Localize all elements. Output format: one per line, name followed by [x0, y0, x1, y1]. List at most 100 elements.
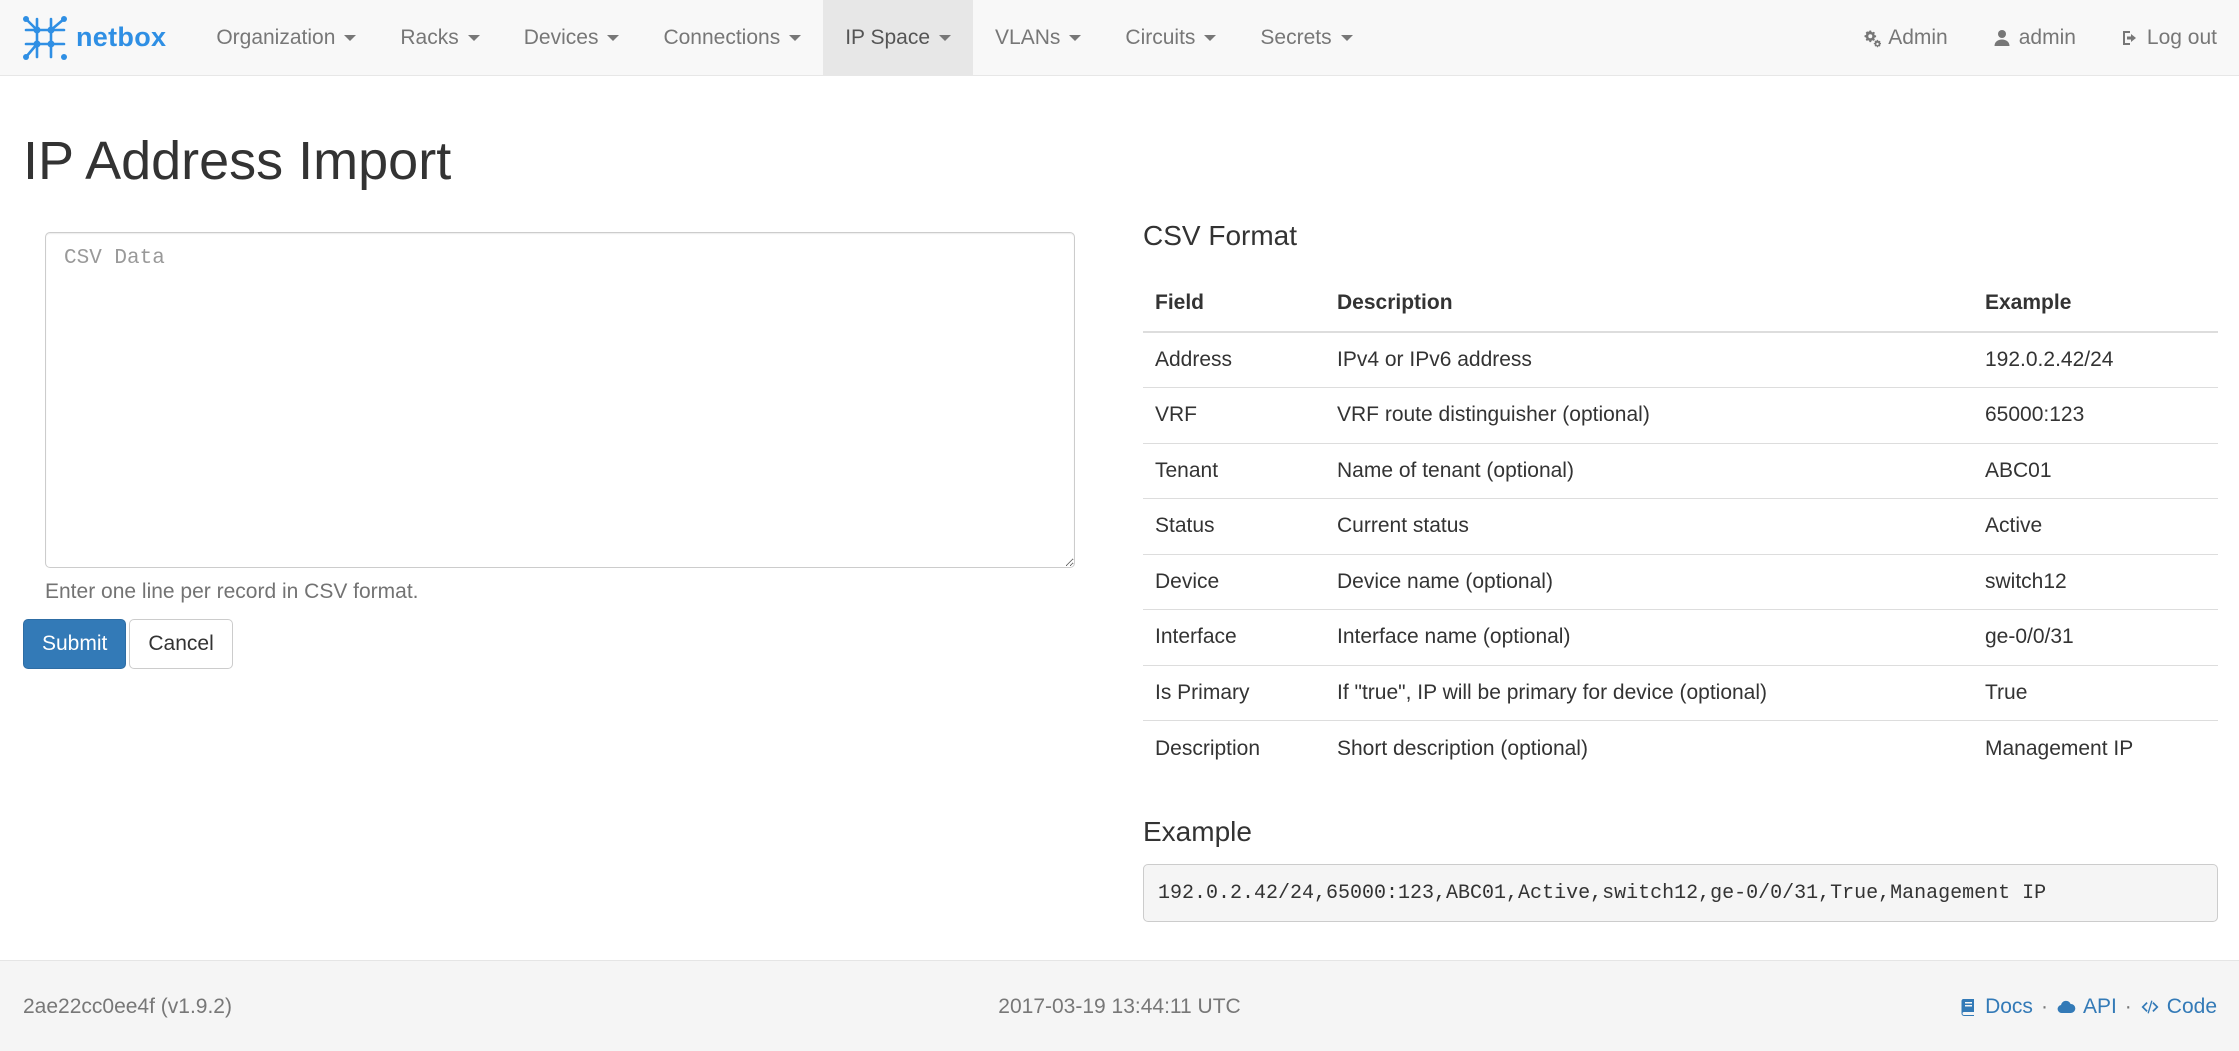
- book-icon: [1961, 999, 1975, 1016]
- table-row: Tenant Name of tenant (optional) ABC01: [1143, 442, 2218, 499]
- gears-icon: [1864, 30, 1882, 47]
- nav-ip-space[interactable]: IP Space: [823, 0, 974, 76]
- sign-out-icon: [2122, 30, 2136, 45]
- description-cell: Short description (optional): [1325, 720, 1973, 776]
- example-cell: ge-0/0/31: [1973, 609, 2218, 665]
- nav-secrets[interactable]: Secrets: [1238, 0, 1374, 76]
- example-cell: Active: [1973, 498, 2218, 554]
- description-cell: If "true", IP will be primary for device…: [1325, 664, 1973, 721]
- csv-format-title: CSV Format: [1143, 220, 1298, 251]
- nav-user-label: admin: [2018, 25, 2076, 49]
- description-cell: Interface name (optional): [1325, 609, 1973, 665]
- description-cell: IPv4 or IPv6 address: [1325, 331, 1973, 388]
- field-cell: Device: [1143, 553, 1325, 610]
- csv-format-table: Field Description Example Address IPv4 o…: [1143, 274, 2218, 776]
- brand-link[interactable]: netbox: [0, 0, 194, 76]
- nav-devices[interactable]: Devices: [502, 0, 642, 76]
- cloud-icon: [2057, 1000, 2076, 1013]
- caret-down-icon: [1204, 34, 1217, 41]
- header-description: Description: [1325, 274, 1973, 333]
- page-title: IP Address Import: [23, 131, 452, 191]
- api-link[interactable]: API: [2056, 995, 2117, 1019]
- table-header-row: Field Description Example: [1143, 274, 2218, 333]
- example-cell: Management IP: [1973, 720, 2218, 776]
- nav-organization-label: Organization: [216, 25, 336, 49]
- field-cell: Interface: [1143, 609, 1325, 665]
- csv-help-text: Enter one line per record in CSV format.: [45, 580, 419, 603]
- footer: 2017-03-19 13:44:11 UTC 2ae22cc0ee4f (v1…: [0, 960, 2239, 1051]
- nav-ip-space-label: IP Space: [845, 25, 931, 49]
- nav-vlans-label: VLANs: [995, 25, 1061, 49]
- nav-logout-label: Log out: [2146, 25, 2217, 49]
- netbox-logo-icon: [23, 15, 67, 60]
- caret-down-icon: [939, 34, 952, 41]
- docs-link-label: Docs: [1985, 995, 2033, 1018]
- field-cell: Address: [1143, 331, 1325, 388]
- csv-data-textarea[interactable]: [45, 232, 1075, 568]
- api-link-label: API: [2082, 995, 2117, 1018]
- nav-racks[interactable]: Racks: [378, 0, 501, 76]
- caret-down-icon: [789, 34, 802, 41]
- table-row: Device Device name (optional) switch12: [1143, 553, 2218, 610]
- code-link-label: Code: [2166, 995, 2217, 1018]
- header-example: Example: [1973, 274, 2218, 333]
- field-cell: VRF: [1143, 387, 1325, 443]
- example-cell: ABC01: [1973, 442, 2218, 499]
- main-nav: Organization Racks Devices Connections I…: [194, 0, 1374, 76]
- cancel-button[interactable]: Cancel: [129, 619, 233, 669]
- nav-vlans[interactable]: VLANs: [973, 0, 1103, 76]
- example-cell: 65000:123: [1973, 387, 2218, 443]
- user-nav: Admin admin Log out: [1839, 0, 2239, 76]
- field-cell: Description: [1143, 720, 1325, 776]
- nav-logout[interactable]: Log out: [2098, 0, 2239, 76]
- caret-down-icon: [467, 34, 480, 41]
- caret-down-icon: [1069, 34, 1082, 41]
- field-cell: Is Primary: [1143, 664, 1325, 721]
- table-row: Interface Interface name (optional) ge-0…: [1143, 609, 2218, 665]
- nav-connections[interactable]: Connections: [641, 0, 823, 76]
- user-icon: [1994, 29, 2010, 46]
- example-title: Example: [1143, 816, 1252, 847]
- example-cell: True: [1973, 664, 2218, 721]
- footer-links: Docs · API · Code: [1958, 995, 2217, 1019]
- field-cell: Status: [1143, 498, 1325, 554]
- nav-admin-site-label: Admin: [1888, 25, 1948, 49]
- csv-format-panel: CSV Format Field Description Example Add…: [1143, 220, 2218, 922]
- caret-down-icon: [607, 34, 620, 41]
- description-cell: Device name (optional): [1325, 553, 1973, 610]
- import-form: Enter one line per record in CSV format.: [45, 232, 1075, 604]
- example-code-block: 192.0.2.42/24,65000:123,ABC01,Active,swi…: [1143, 864, 2218, 922]
- caret-down-icon: [344, 34, 357, 41]
- form-buttons: Submit Cancel: [23, 619, 233, 669]
- footer-timestamp: 2017-03-19 13:44:11 UTC: [998, 995, 1241, 1018]
- nav-secrets-label: Secrets: [1260, 25, 1332, 49]
- nav-organization[interactable]: Organization: [194, 0, 378, 76]
- nav-racks-label: Racks: [400, 25, 459, 49]
- description-cell: Current status: [1325, 498, 1973, 554]
- code-icon: [2141, 1000, 2159, 1014]
- top-navbar: netbox Organization Racks Devices Connec…: [0, 0, 2239, 76]
- nav-circuits[interactable]: Circuits: [1103, 0, 1238, 76]
- footer-separator: ·: [2124, 995, 2132, 1018]
- nav-connections-label: Connections: [663, 25, 781, 49]
- footer-version: 2ae22cc0ee4f (v1.9.2): [23, 995, 232, 1018]
- nav-circuits-label: Circuits: [1125, 25, 1196, 49]
- nav-admin-site[interactable]: Admin: [1839, 0, 1970, 76]
- code-link[interactable]: Code: [2140, 995, 2217, 1019]
- example-cell: switch12: [1973, 553, 2218, 610]
- caret-down-icon: [1340, 34, 1353, 41]
- field-cell: Tenant: [1143, 442, 1325, 499]
- docs-link[interactable]: Docs: [1958, 995, 2033, 1019]
- nav-devices-label: Devices: [523, 25, 599, 49]
- table-row: Description Short description (optional)…: [1143, 720, 2218, 776]
- nav-user-profile[interactable]: admin: [1970, 0, 2098, 76]
- description-cell: Name of tenant (optional): [1325, 442, 1973, 499]
- table-row: VRF VRF route distinguisher (optional) 6…: [1143, 387, 2218, 443]
- table-row: Status Current status Active: [1143, 498, 2218, 554]
- submit-button[interactable]: Submit: [23, 619, 127, 669]
- example-cell: 192.0.2.42/24: [1973, 331, 2218, 388]
- footer-separator: ·: [2040, 995, 2048, 1018]
- description-cell: VRF route distinguisher (optional): [1325, 387, 1973, 443]
- header-field: Field: [1143, 274, 1325, 333]
- brand-name: netbox: [76, 22, 167, 52]
